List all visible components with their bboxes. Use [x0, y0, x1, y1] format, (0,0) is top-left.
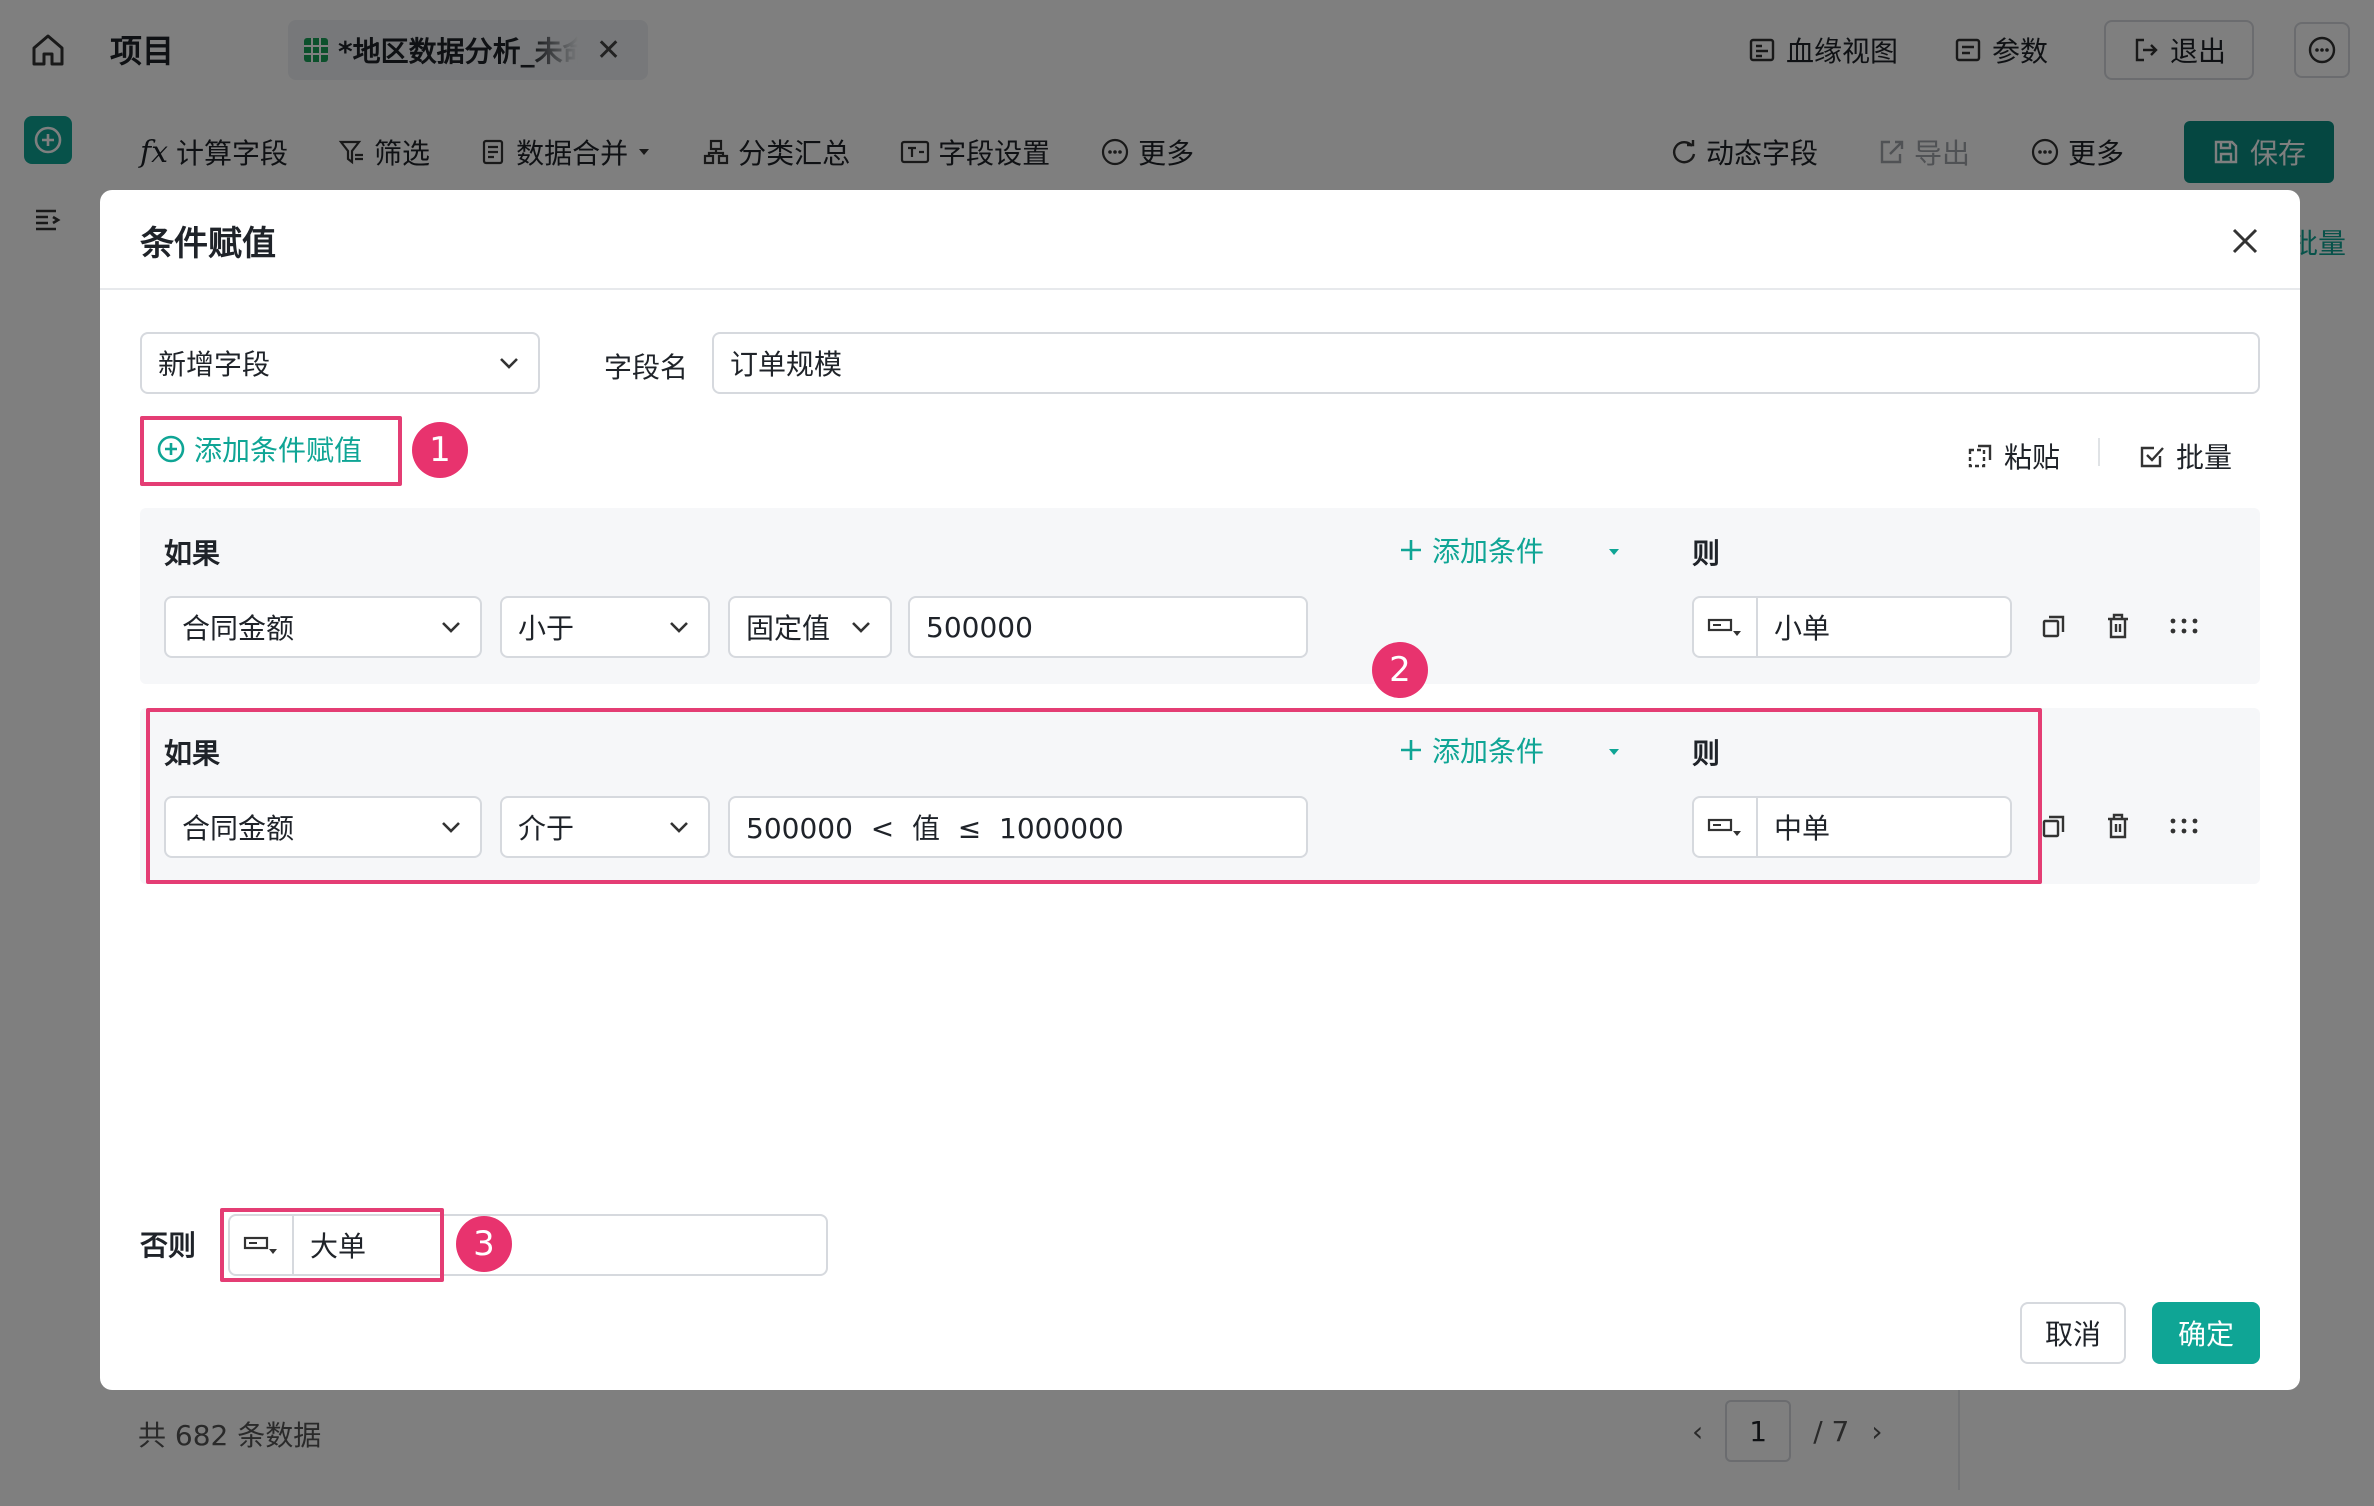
then-label: 则: [1692, 537, 1721, 570]
chevron-down-icon: [442, 622, 460, 633]
paste-button[interactable]: 粘贴: [1966, 436, 2060, 476]
condition-field-select[interactable]: 合同金额: [164, 596, 482, 658]
annotation-box-1: [140, 416, 402, 486]
annotation-box-3: [220, 1208, 444, 1282]
field-name-label: 字段名: [604, 351, 689, 384]
add-condition-button[interactable]: 添加条件: [1398, 530, 1544, 570]
else-label: 否则: [140, 1229, 197, 1262]
toolbar-separator: [2098, 438, 2100, 466]
value-type-icon[interactable]: [1694, 598, 1758, 656]
dialog-title: 条件赋值: [140, 224, 276, 264]
copy-icon[interactable]: [2040, 812, 2068, 840]
condition-assign-dialog: 条件赋值 新增字段 字段名 订单规模 添加条件赋值 粘贴 批量 如果 添加条件 …: [100, 190, 2300, 1390]
trash-icon[interactable]: [2104, 812, 2132, 840]
then-value-input[interactable]: 小单: [1692, 596, 2012, 658]
chevron-down-icon: [670, 622, 688, 633]
annotation-badge-3: 3: [456, 1216, 512, 1272]
cancel-button[interactable]: 取消: [2020, 1302, 2126, 1364]
batch-button[interactable]: 批量: [2138, 436, 2232, 476]
caret-down-icon[interactable]: [1606, 544, 1622, 560]
plus-icon: [1401, 540, 1421, 560]
check-square-icon: [2140, 446, 2164, 468]
annotation-badge-2: 2: [1372, 642, 1428, 698]
close-icon[interactable]: [2230, 226, 2260, 256]
condition-value-input[interactable]: 500000: [908, 596, 1308, 658]
field-mode-select[interactable]: 新增字段: [140, 332, 540, 394]
copy-icon[interactable]: [2040, 612, 2068, 640]
annotation-badge-1: 1: [412, 422, 468, 478]
annotation-box-2: [146, 708, 2042, 884]
condition-value-type-select[interactable]: 固定值: [728, 596, 892, 658]
chevron-down-icon: [500, 358, 518, 369]
paste-icon: [1968, 444, 1992, 468]
if-label: 如果: [164, 537, 221, 570]
chevron-down-icon: [852, 622, 870, 633]
field-name-input[interactable]: 订单规模: [712, 332, 2260, 394]
trash-icon[interactable]: [2104, 612, 2132, 640]
dialog-divider: [100, 288, 2300, 290]
drag-handle-icon[interactable]: [2168, 612, 2200, 640]
drag-handle-icon[interactable]: [2168, 812, 2200, 840]
condition-operator-select[interactable]: 小于: [500, 596, 710, 658]
confirm-button[interactable]: 确定: [2152, 1302, 2260, 1364]
condition-row-1: 如果 添加条件 则 合同金额 小于 固定值 500000 小单: [140, 508, 2260, 684]
